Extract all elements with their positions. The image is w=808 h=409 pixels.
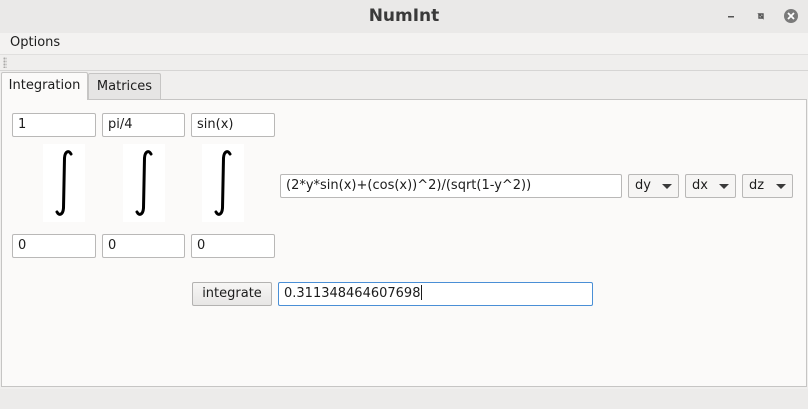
result-value: 0.311348464607698: [284, 286, 421, 301]
status-bar: [0, 389, 808, 409]
integrate-button[interactable]: integrate: [192, 282, 272, 306]
lower-limit-1-input[interactable]: 0: [12, 234, 96, 258]
menu-bar: Options: [0, 33, 808, 54]
chevron-down-icon: [776, 184, 786, 189]
variable-2-select[interactable]: dx: [685, 174, 736, 198]
minimize-icon: [728, 16, 734, 18]
chevron-down-icon: [719, 184, 729, 189]
upper-limit-1-input[interactable]: 1: [12, 113, 96, 137]
maximize-button[interactable]: [752, 7, 770, 25]
variable-3-select[interactable]: dz: [742, 174, 793, 198]
tab-integration[interactable]: Integration: [1, 72, 88, 100]
lower-limit-2-input[interactable]: 0: [102, 234, 185, 258]
toolbar: [0, 54, 808, 71]
variable-2-value: dx: [692, 178, 708, 193]
window-title: NumInt: [368, 6, 440, 26]
close-button[interactable]: [782, 7, 800, 25]
variable-1-value: dy: [635, 178, 651, 193]
maximize-icon: [757, 13, 764, 20]
chevron-down-icon: [662, 184, 672, 189]
variable-3-value: dz: [749, 178, 765, 193]
upper-limit-2-input[interactable]: pi/4: [102, 113, 185, 137]
menu-options[interactable]: Options: [10, 35, 60, 50]
integral-sign-1: [43, 144, 85, 222]
variable-1-select[interactable]: dy: [628, 174, 679, 198]
upper-limit-3-input[interactable]: sin(x): [191, 113, 275, 137]
toolbar-grip[interactable]: [3, 57, 7, 68]
lower-limit-3-input[interactable]: 0: [191, 234, 275, 258]
integral-sign-icon: [214, 150, 232, 216]
close-icon: [784, 9, 798, 23]
minimize-button[interactable]: [722, 7, 740, 25]
tab-matrices[interactable]: Matrices: [88, 73, 161, 99]
text-cursor: [421, 285, 423, 300]
result-field[interactable]: 0.311348464607698: [278, 282, 593, 306]
integrand-input[interactable]: (2*y*sin(x)+(cos(x))^2)/(sqrt(1-y^2)): [280, 174, 622, 198]
title-bar: NumInt: [0, 0, 808, 34]
integral-sign-icon: [55, 150, 73, 216]
integral-sign-icon: [135, 150, 153, 216]
integral-sign-3: [202, 144, 244, 222]
integral-sign-2: [123, 144, 165, 222]
